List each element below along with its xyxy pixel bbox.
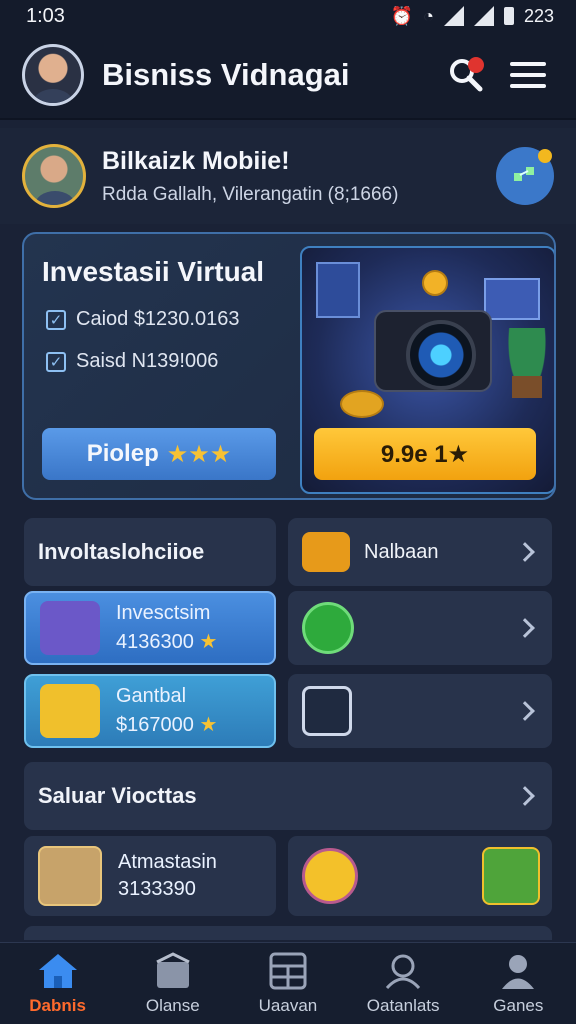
link-icon xyxy=(302,686,352,736)
tile-atmastasin[interactable]: Atmastasin 3133390 xyxy=(24,836,276,916)
battery-text: 223 xyxy=(523,5,554,26)
search-button[interactable] xyxy=(440,49,492,101)
checkbox-icon: ✓ xyxy=(46,309,66,330)
stars-icon: ★★★ xyxy=(166,440,232,468)
tile-value: $167000 ★ xyxy=(116,714,218,736)
tile-nalbaan[interactable]: Nalbaan xyxy=(288,518,552,586)
chevron-right-icon xyxy=(515,701,535,721)
primary-button-label: Piolep xyxy=(86,440,159,467)
alarm-icon: ⏰ xyxy=(390,5,414,26)
bottom-navigation: Dabnis Olanse Uaavan Oatanlats Ganes xyxy=(0,942,576,1024)
tile-investment[interactable]: Invesctsim 4136300 ★ xyxy=(24,591,276,665)
signal-icon-2 xyxy=(473,6,494,26)
person-icon xyxy=(502,954,535,989)
section-label: Saluar Viocttas xyxy=(38,783,197,808)
tile-gantbal[interactable]: Gantbal $167000 ★ xyxy=(24,674,276,748)
nav-item-contacts[interactable]: Oatanlats xyxy=(348,952,458,1016)
camera-lens-icon xyxy=(406,320,476,390)
tile-title: Invesctsim xyxy=(116,602,211,624)
wifi-icon: ◔ xyxy=(423,5,434,26)
status-bar: 1:03 ⏰ ◔ 223 xyxy=(0,0,576,32)
plant-icon xyxy=(506,328,548,398)
notification-badge xyxy=(468,57,484,73)
profile-avatar xyxy=(22,144,86,208)
hero-check-item-1[interactable]: ✓ Caiod $1230.0163 xyxy=(46,308,239,331)
nav-item-home[interactable]: Dabnis xyxy=(3,952,113,1016)
nav-item-orders[interactable]: Olanse xyxy=(118,951,228,1016)
nav-item-games[interactable]: Ganes xyxy=(463,952,573,1016)
tile-investments-overview[interactable]: Involtaslohciioe xyxy=(24,518,276,586)
package-icon xyxy=(156,951,190,988)
signal-icon xyxy=(443,6,464,26)
contacts-icon xyxy=(386,954,421,989)
profile-action-button[interactable] xyxy=(496,147,554,205)
user-avatar[interactable] xyxy=(22,44,84,106)
tile-value: 3133390 xyxy=(118,878,196,900)
cube-icon xyxy=(40,601,100,655)
status-icons: ⏰ ◔ 223 xyxy=(391,6,554,27)
menu-button[interactable] xyxy=(502,49,554,101)
dashboard-screen-icon xyxy=(484,278,540,320)
chevron-right-icon xyxy=(515,542,535,562)
checkbox-icon: ✓ xyxy=(46,351,66,372)
grid-icon xyxy=(269,952,307,989)
nav-item-grid[interactable]: Uaavan xyxy=(233,952,343,1016)
secondary-action-button[interactable]: 9.9e 1★ xyxy=(314,428,536,480)
person-photo-icon xyxy=(38,846,102,906)
profile-name: Bilkaizk Mobiie! xyxy=(102,146,290,175)
tile-title: Atmastasin xyxy=(118,851,217,873)
gift-icon xyxy=(482,847,540,905)
profile-subtitle: Rdda Gallalh, Vilerangatin (8;1666) xyxy=(102,183,399,205)
secondary-button-label: 9.9e 1★ xyxy=(380,440,470,468)
home-icon xyxy=(38,953,77,988)
tile-timer[interactable] xyxy=(288,591,552,665)
chevron-right-icon xyxy=(515,618,535,638)
status-time: 1:03 xyxy=(26,4,65,27)
tile-label: Involtaslohciioe xyxy=(38,539,205,564)
virtual-investment-card: Investasii Virtual ✓ Caiod $1230.0163 ✓ … xyxy=(22,232,556,500)
tile-link[interactable] xyxy=(288,674,552,748)
battery-icon xyxy=(503,7,514,25)
coin-stack-icon xyxy=(340,390,384,418)
chart-screen-icon xyxy=(316,262,360,318)
profile-card[interactable]: Bilkaizk Mobiie! Rdda Gallalh, Vileranga… xyxy=(0,128,576,224)
tile-rewards[interactable] xyxy=(288,836,552,916)
hero-check-label-2: Saisd N139!006 xyxy=(76,350,219,372)
section-row[interactable]: Saluar Viocttas xyxy=(24,762,552,830)
app-title: Bisniss Vidnagai xyxy=(102,57,350,92)
hero-title: Investasii Virtual xyxy=(42,256,265,287)
tile-label: Nalbaan xyxy=(364,540,439,563)
hamburger-icon xyxy=(510,62,546,88)
profile-text: Bilkaizk Mobiie! Rdda Gallalh, Vileranga… xyxy=(102,147,496,206)
coin-bag-icon xyxy=(302,532,350,572)
tile-title: Gantbal xyxy=(116,685,187,707)
badge-icon xyxy=(302,848,358,904)
primary-action-button[interactable]: Piolep ★★★ xyxy=(42,428,276,480)
tile-value: 4136300 ★ xyxy=(116,631,218,653)
clock-icon xyxy=(302,602,354,654)
connect-icon xyxy=(514,167,534,181)
chevron-right-icon xyxy=(515,786,535,806)
truck-icon xyxy=(40,684,100,738)
hero-check-label-1: Caiod $1230.0163 xyxy=(76,308,240,330)
partial-row xyxy=(24,926,552,940)
coin-icon xyxy=(422,270,448,296)
hero-check-item-2[interactable]: ✓ Saisd N139!006 xyxy=(46,350,218,373)
app-bar: Bisniss Vidnagai xyxy=(0,32,576,120)
